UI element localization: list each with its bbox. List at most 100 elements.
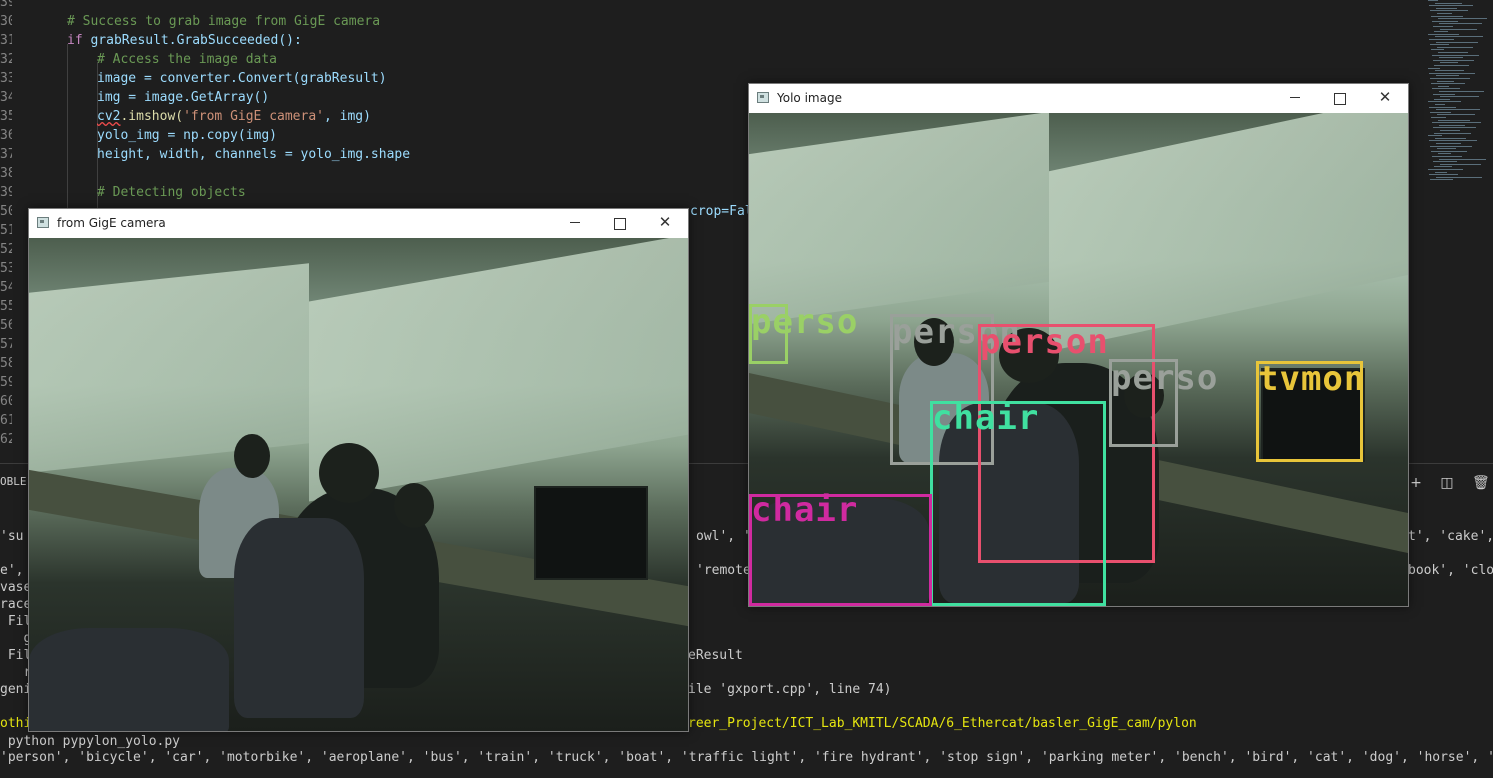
detection-label: tvmon: [1258, 359, 1366, 399]
minimap-line: [1429, 5, 1473, 7]
line-number: 51: [0, 223, 12, 238]
minimap-line: [1435, 137, 1466, 139]
close-button[interactable]: ✕: [1362, 84, 1408, 113]
minimap-line: [1440, 28, 1477, 30]
line-number: 53: [0, 261, 12, 276]
line-number: 56: [0, 318, 12, 333]
plus-icon[interactable]: +: [1409, 476, 1423, 490]
minimap-line: [1428, 67, 1440, 69]
minimap-line: [1431, 49, 1444, 51]
image-window-icon: [757, 92, 769, 103]
line-number: 54: [0, 280, 12, 295]
minimap-line: [1438, 52, 1468, 53]
terminal-output-classes: 'person', 'bicycle', 'car', 'motorbike',…: [0, 750, 1493, 765]
code-line: # Access the image data: [97, 52, 278, 67]
minimap-line: [1431, 117, 1446, 118]
line-number: 38: [0, 166, 12, 181]
detection-label: person: [980, 322, 1109, 362]
image-window-icon: [37, 217, 49, 228]
minimap-line: [1433, 127, 1476, 129]
code-line: # Detecting objects: [97, 185, 246, 200]
line-number: 59: [0, 375, 12, 390]
minimap-line: [1428, 135, 1442, 137]
minimap-line: [1439, 158, 1486, 160]
minimap-line: [1429, 140, 1477, 142]
terminal-text: t', 'cake',: [1408, 529, 1493, 544]
minimap-line: [1428, 101, 1461, 103]
line-number: 50: [0, 204, 12, 219]
minimap-line: [1436, 176, 1482, 178]
code-line-fragment: crop=Fal: [690, 204, 753, 219]
detection-label: chair: [932, 398, 1040, 438]
code-line: height, width, channels = yolo_img.shape: [97, 147, 411, 162]
line-number: 52: [0, 242, 12, 257]
minimap-line: [1431, 150, 1467, 152]
close-button[interactable]: ✕: [642, 209, 688, 238]
minimap-line: [1433, 161, 1457, 163]
minimap-line: [1435, 104, 1445, 105]
window-titlebar[interactable]: from GigE camera ✕: [29, 209, 688, 238]
minimap-line: [1437, 80, 1454, 82]
terminal-text: book', 'clo: [1408, 563, 1493, 578]
minimap-line: [1438, 153, 1451, 155]
minimap-line: [1430, 145, 1472, 147]
terminal-text: vase: [0, 580, 32, 595]
minimap-line: [1435, 70, 1464, 72]
panel-tab-problems[interactable]: OBLE: [0, 475, 27, 488]
terminal-text: 'remote: [696, 563, 751, 578]
code-line: yolo_img = np.copy(img): [97, 128, 278, 143]
terminal-path: reer_Project/ICT_Lab_KMITL/SCADA/6_Ether…: [688, 716, 1197, 731]
minimap-line: [1429, 39, 1454, 40]
minimap-line: [1434, 166, 1452, 168]
line-number: 32: [0, 52, 12, 67]
minimap-line: [1439, 57, 1463, 59]
minimap-line: [1428, 0, 1438, 1]
line-number: 35: [0, 109, 12, 124]
split-icon[interactable]: ◫: [1440, 476, 1454, 490]
terminal-text: e',: [0, 563, 24, 578]
maximize-button[interactable]: [597, 209, 643, 238]
minimap-line: [1430, 179, 1453, 181]
minimap-line: [1435, 171, 1447, 173]
trash-icon[interactable]: 🗑: [1472, 476, 1490, 490]
minimap-line: [1433, 26, 1453, 27]
minimap-line: [1440, 163, 1481, 165]
minimap-line: [1434, 65, 1469, 66]
minimize-button[interactable]: [552, 209, 598, 238]
detection-label: perso: [1111, 358, 1219, 398]
minimap-line: [1434, 98, 1450, 100]
minimap-line: [1436, 7, 1457, 9]
camera-frame: [29, 238, 688, 731]
yolo-image-window[interactable]: Yolo image ✕ perso person person perso t…: [748, 83, 1409, 607]
maximize-button[interactable]: [1317, 84, 1363, 113]
window-titlebar[interactable]: Yolo image ✕: [749, 84, 1408, 113]
detection-label: chair: [751, 490, 859, 530]
terminal-text: g: [0, 631, 32, 646]
code-line: image = converter.Convert(grabResult): [97, 71, 387, 86]
minimap-line: [1429, 72, 1475, 74]
minimap[interactable]: [1424, 0, 1490, 200]
line-number: 58: [0, 356, 12, 371]
line-number: 57: [0, 337, 12, 352]
terminal-text: r: [0, 665, 32, 680]
minimize-button[interactable]: [1272, 84, 1318, 113]
code-line: # Success to grab image from GigE camera: [67, 14, 381, 29]
terminal-text: othi: [0, 716, 32, 731]
code-line: img = image.GetArray(): [97, 90, 270, 105]
line-number: 61: [0, 413, 12, 428]
minimap-line: [1436, 143, 1461, 144]
terminal-text: Fil: [0, 614, 32, 629]
line-number: 39: [0, 0, 12, 10]
minimap-line: [1436, 41, 1478, 43]
minimap-line: [1436, 109, 1480, 111]
gige-camera-window[interactable]: from GigE camera ✕: [28, 208, 689, 732]
minimap-line: [1435, 36, 1483, 38]
terminal-text: 'su: [0, 529, 24, 544]
line-number: 34: [0, 90, 12, 105]
yolo-frame: perso person person perso tvmon chair ch…: [749, 113, 1408, 606]
detection-label: perso: [751, 302, 859, 342]
minimap-line: [1440, 96, 1479, 98]
line-number: 30: [0, 14, 12, 29]
line-number: 55: [0, 299, 12, 314]
minimap-line: [1430, 10, 1468, 12]
